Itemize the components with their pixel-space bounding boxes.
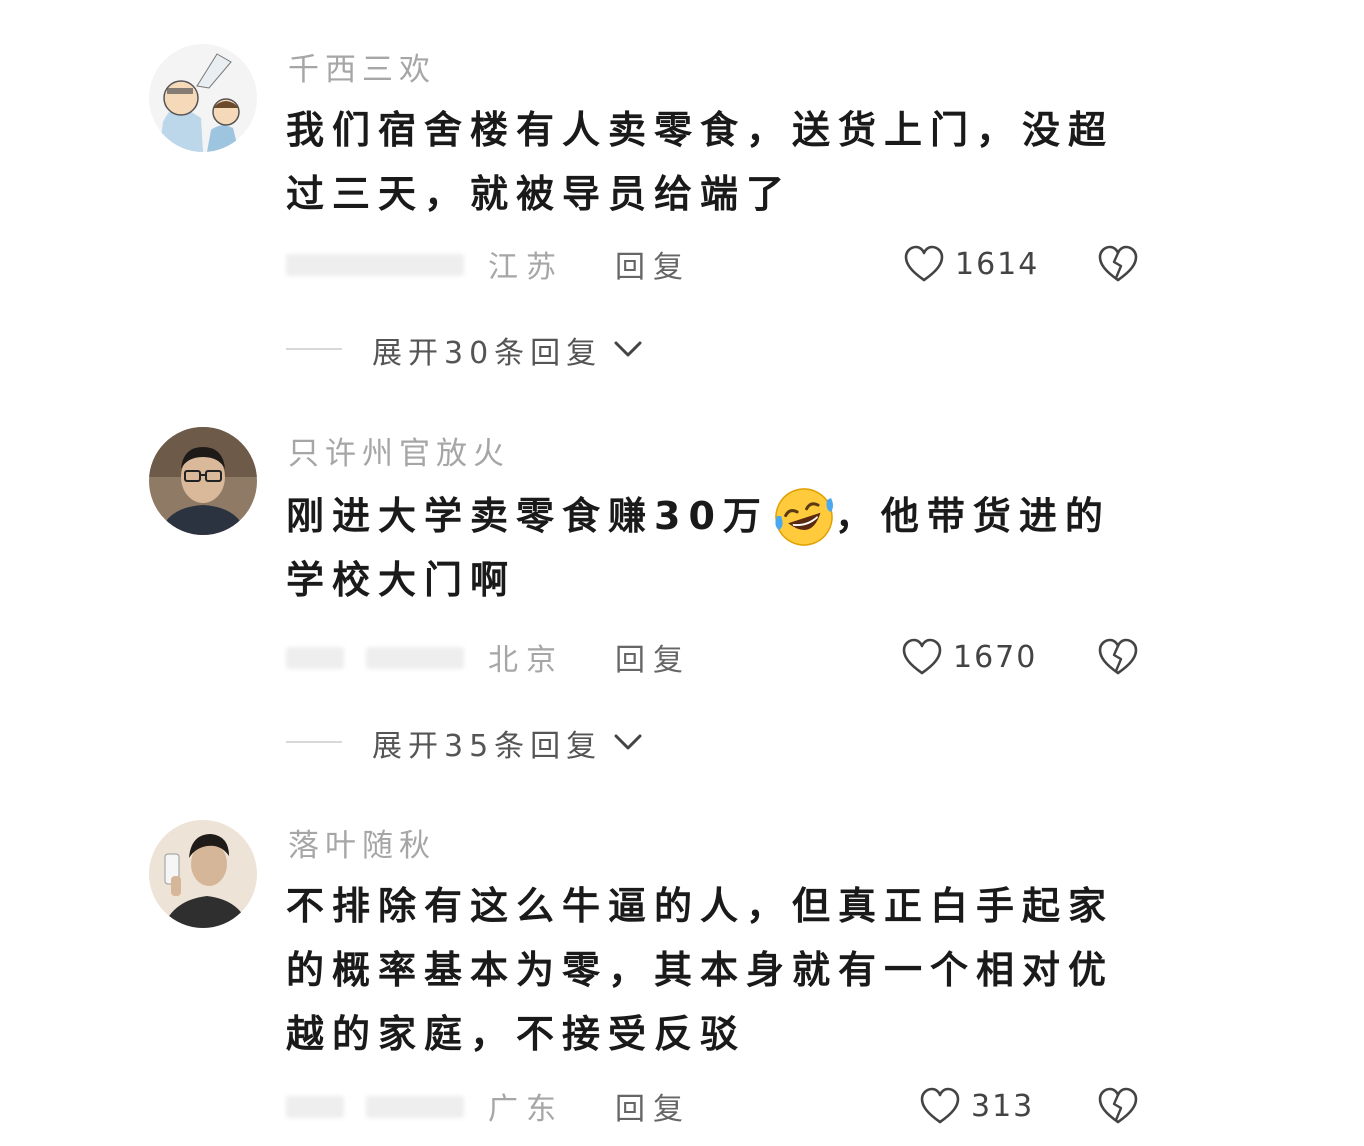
location-label: 北京 [488, 643, 564, 678]
divider-line [286, 348, 342, 350]
user-avatar-2[interactable] [149, 427, 257, 535]
comment-text: 不排除有这么牛逼的人，但真正白手起家的概率基本为零，其本身就有一个相对优越的家庭… [286, 884, 1115, 1056]
chevron-down-icon [614, 734, 642, 750]
broken-heart-icon[interactable] [1097, 244, 1139, 284]
like-count: 313 [971, 1088, 1035, 1124]
broken-heart-icon[interactable] [1097, 1086, 1139, 1126]
cartoon-kids-avatar-icon [149, 44, 257, 152]
comment-meta: 江苏 回复 1614 [0, 236, 1364, 296]
reply-button[interactable]: 回复 [615, 635, 691, 679]
heart-outline-icon [904, 245, 944, 282]
chevron-down-icon [614, 341, 642, 357]
heart-outline-icon [902, 638, 942, 675]
blurred-timestamp [366, 647, 464, 669]
divider-line [286, 741, 342, 743]
username[interactable]: 千西三欢 [288, 44, 436, 89]
broken-heart-icon[interactable] [1097, 637, 1139, 677]
like-count: 1614 [955, 246, 1040, 282]
expand-replies[interactable]: 展开30条回复 [0, 324, 1364, 374]
man-glasses-avatar-icon [149, 427, 257, 535]
comment-text: 我们宿舍楼有人卖零食，送货上门，没超过三天，就被导员给端了 [286, 108, 1115, 216]
username[interactable]: 只许州官放火 [288, 428, 510, 473]
sketch-man-avatar-icon [149, 820, 257, 928]
like-button[interactable]: 1614 [903, 242, 1039, 286]
comment-meta: 广东 回复 313 [0, 1078, 1364, 1138]
expand-replies-label: 展开35条回复 [372, 729, 603, 764]
reply-button[interactable]: 回复 [615, 242, 691, 286]
blurred-timestamp [286, 1096, 344, 1118]
username[interactable]: 落叶随秋 [288, 820, 436, 865]
location-label: 江苏 [488, 250, 564, 285]
comment-meta: 北京 回复 1670 [0, 629, 1364, 689]
like-count: 1670 [953, 639, 1038, 675]
location-label: 广东 [488, 1092, 564, 1127]
user-avatar-1[interactable] [149, 44, 257, 152]
comment-text: 刚进大学卖零食赚30万 ，他带货进的学校大门啊 [286, 484, 1146, 612]
like-button[interactable]: 313 [919, 1084, 1034, 1128]
blurred-timestamp [366, 1096, 464, 1118]
rofl-emoji-icon [775, 487, 833, 546]
user-avatar-3[interactable] [149, 820, 257, 928]
expand-replies-label: 展开30条回复 [372, 336, 603, 371]
like-button[interactable]: 1670 [901, 635, 1037, 679]
comment-text-part-1: 刚进大学卖零食赚30万 [286, 494, 769, 538]
heart-outline-icon [920, 1087, 960, 1124]
blurred-timestamp [286, 647, 344, 669]
blurred-timestamp [286, 254, 464, 276]
reply-button[interactable]: 回复 [615, 1084, 691, 1128]
expand-replies[interactable]: 展开35条回复 [0, 717, 1364, 767]
